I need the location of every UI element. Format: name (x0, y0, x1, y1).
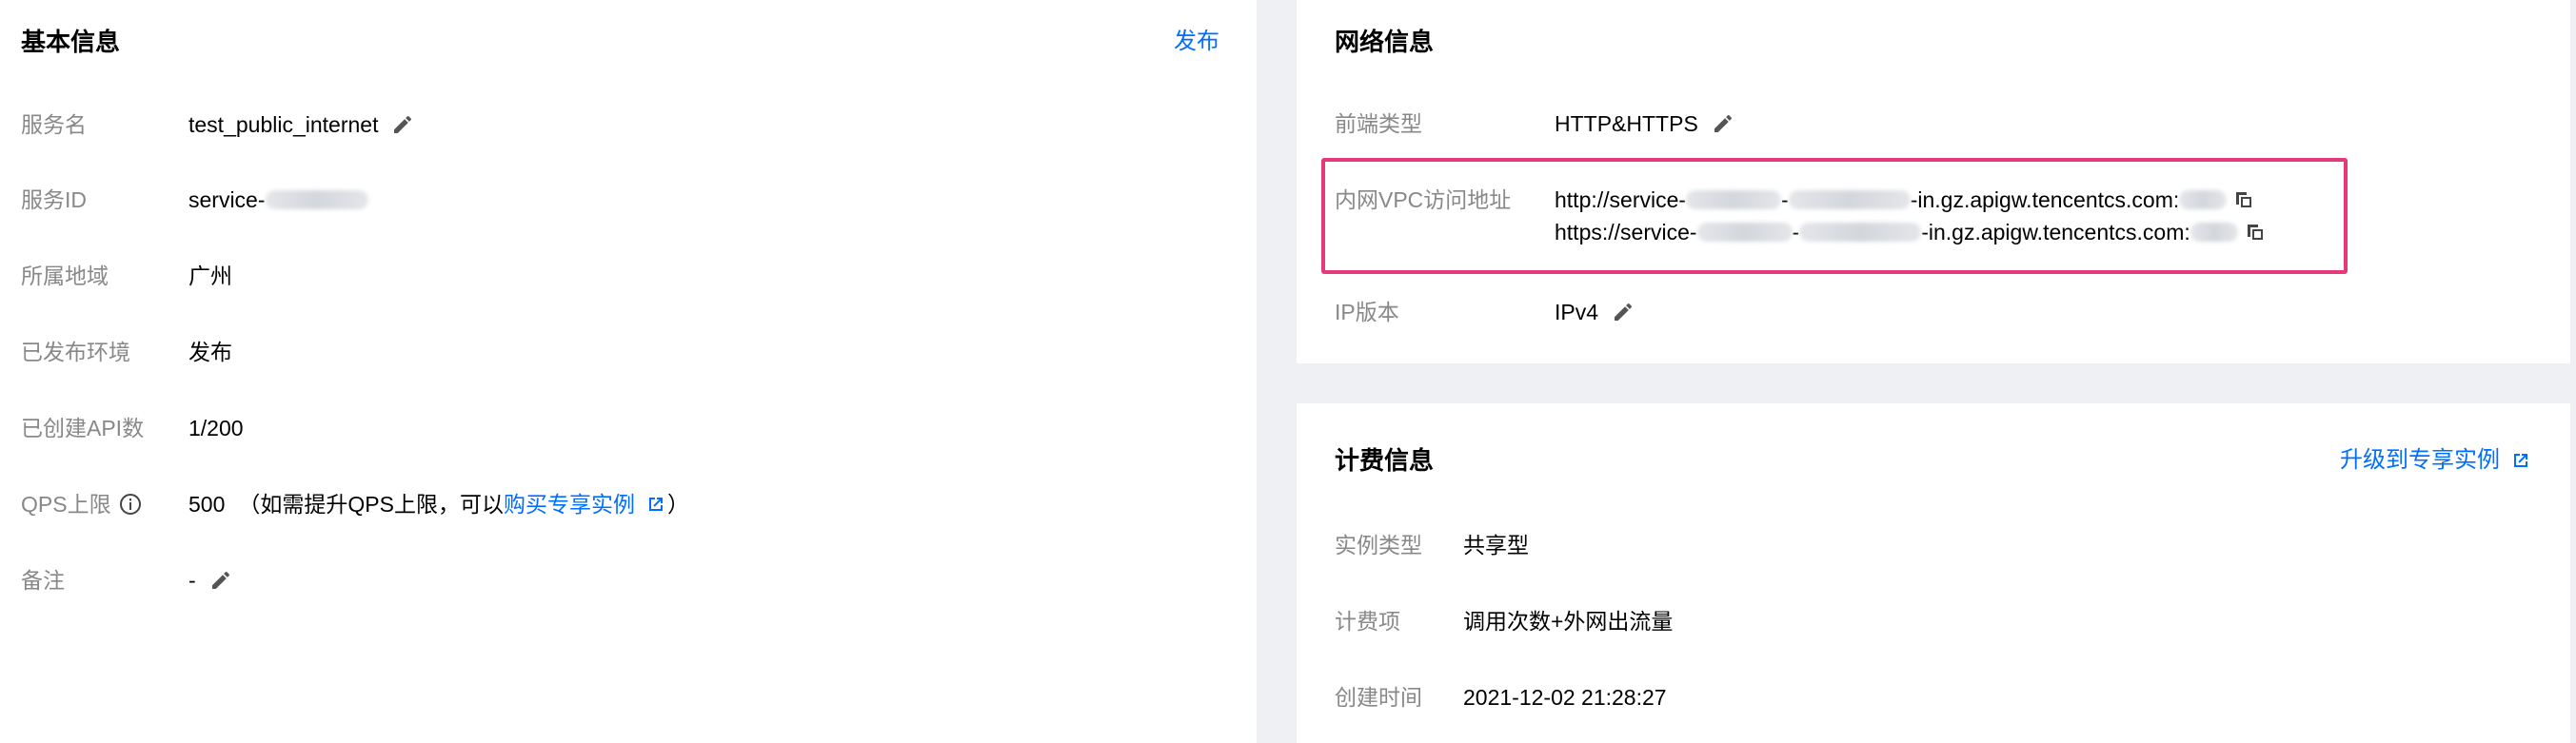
instance-type-label: 实例类型 (1335, 533, 1422, 557)
instance-type-row: 实例类型 共享型 (1297, 529, 2570, 561)
published-env-value: 发布 (188, 340, 232, 364)
edit-icon[interactable] (391, 113, 414, 136)
ip-version-row: IP版本 IPv4 (1297, 296, 2570, 328)
created-time-row: 创建时间 2021-12-02 21:28:27 (1297, 681, 2570, 714)
url-dash: - (1781, 187, 1789, 212)
copy-icon[interactable] (2244, 221, 2267, 244)
external-link-icon[interactable] (644, 493, 667, 516)
ip-version-value-wrap: IPv4 (1555, 296, 1635, 328)
redacted-id (265, 190, 368, 209)
http-url-prefix: http://service- (1555, 187, 1687, 212)
qps-note-prefix: （如需提升QPS上限，可以 (238, 492, 504, 517)
edit-icon[interactable] (1712, 112, 1734, 135)
edit-icon[interactable] (1612, 301, 1635, 323)
redacted-vpc (1788, 190, 1911, 209)
external-link-icon[interactable] (2509, 449, 2532, 472)
qps-note-suffix: ） (666, 492, 689, 517)
billing-item-label: 计费项 (1335, 609, 1400, 634)
https-url-suffix: -in.gz.apigw.tencentcs.com: (1921, 220, 2190, 244)
instance-type-value: 共享型 (1463, 533, 1529, 557)
http-url-suffix: -in.gz.apigw.tencentcs.com: (1910, 187, 2180, 212)
service-id-value-wrap: service- (188, 184, 368, 216)
upgrade-dedicated-link-wrap[interactable]: 升级到专享实例 (2340, 445, 2532, 476)
redacted-vpc (1799, 223, 1922, 242)
frontend-type-value-wrap: HTTP&HTTPS (1555, 108, 1734, 140)
billing-info-card: 计费信息 升级到专享实例 实例类型 共享型 计费项 调用次数+外网出流量 创建时… (1297, 403, 2570, 743)
edit-icon[interactable] (209, 569, 232, 592)
vpc-address-row: 内网VPC访问地址 http://service- - -in.gz.apigw… (1297, 184, 2570, 244)
api-count-value: 1/200 (188, 416, 244, 440)
api-count-row: 已创建API数 1/200 (0, 412, 1257, 444)
billing-info-title: 计费信息 (1335, 446, 1435, 475)
network-info-title: 网络信息 (1335, 28, 1435, 56)
service-name-value: test_public_internet (188, 112, 379, 137)
qps-label: QPS上限 (21, 492, 111, 517)
service-id-row: 服务ID service- (0, 184, 1257, 216)
qps-label-wrap: QPS上限 (21, 488, 142, 520)
url-dash: - (1792, 220, 1800, 244)
redacted-port (2179, 190, 2228, 209)
remark-label: 备注 (21, 568, 65, 593)
frontend-type-row: 前端类型 HTTP&HTTPS (1297, 108, 2570, 140)
region-row: 所属地域 广州 (0, 260, 1257, 292)
basic-info-title: 基本信息 (21, 28, 121, 56)
frontend-type-value: HTTP&HTTPS (1555, 111, 1698, 136)
published-env-row: 已发布环境 发布 (0, 336, 1257, 368)
created-time-value: 2021-12-02 21:28:27 (1463, 685, 1667, 710)
vpc-address-values: http://service- - -in.gz.apigw.tencentcs… (1555, 184, 2267, 248)
service-name-row: 服务名 test_public_internet (0, 108, 1257, 141)
buy-dedicated-instance-link[interactable]: 购买专享实例 (504, 488, 635, 520)
service-name-label: 服务名 (21, 112, 87, 137)
upgrade-dedicated-link[interactable]: 升级到专享实例 (2340, 445, 2500, 476)
publish-button[interactable]: 发布 (1174, 27, 1219, 57)
region-label: 所属地域 (21, 264, 109, 288)
created-time-label: 创建时间 (1335, 685, 1422, 710)
vpc-https-url: https://service- - -in.gz.apigw.tencentc… (1555, 216, 2267, 248)
basic-info-card: 基本信息 发布 服务名 test_public_internet 服务ID se… (0, 0, 1257, 743)
network-info-card: 网络信息 前端类型 HTTP&HTTPS 内网VPC访问地址 http://se… (1297, 0, 2570, 363)
remark-value: - (188, 568, 196, 593)
vpc-address-label: 内网VPC访问地址 (1335, 187, 1512, 212)
remark-value-wrap: - (188, 564, 232, 596)
redacted-id (1696, 223, 1793, 242)
qps-row: QPS上限 500 （如需提升QPS上限，可以 购买专享实例 ） (0, 488, 1257, 520)
billing-item-row: 计费项 调用次数+外网出流量 (1297, 605, 2570, 637)
service-id-label: 服务ID (21, 187, 87, 212)
info-icon[interactable] (119, 493, 142, 516)
service-name-value-wrap: test_public_internet (188, 108, 414, 141)
ip-version-label: IP版本 (1335, 300, 1399, 324)
remark-row: 备注 - (0, 564, 1257, 596)
frontend-type-label: 前端类型 (1335, 111, 1422, 136)
copy-icon[interactable] (2232, 188, 2255, 211)
https-url-prefix: https://service- (1555, 220, 1697, 244)
redacted-id (1686, 190, 1782, 209)
ip-version-value: IPv4 (1555, 300, 1599, 324)
vpc-http-url: http://service- - -in.gz.apigw.tencentcs… (1555, 184, 2267, 216)
qps-value-wrap: 500 （如需提升QPS上限，可以 购买专享实例 ） (188, 488, 689, 520)
billing-item-value: 调用次数+外网出流量 (1463, 609, 1674, 634)
redacted-port (2190, 223, 2238, 242)
service-id-value: service- (188, 187, 266, 212)
region-value: 广州 (188, 264, 232, 288)
api-count-label: 已创建API数 (21, 416, 145, 440)
qps-value: 500 (188, 492, 226, 517)
published-env-label: 已发布环境 (21, 340, 130, 364)
